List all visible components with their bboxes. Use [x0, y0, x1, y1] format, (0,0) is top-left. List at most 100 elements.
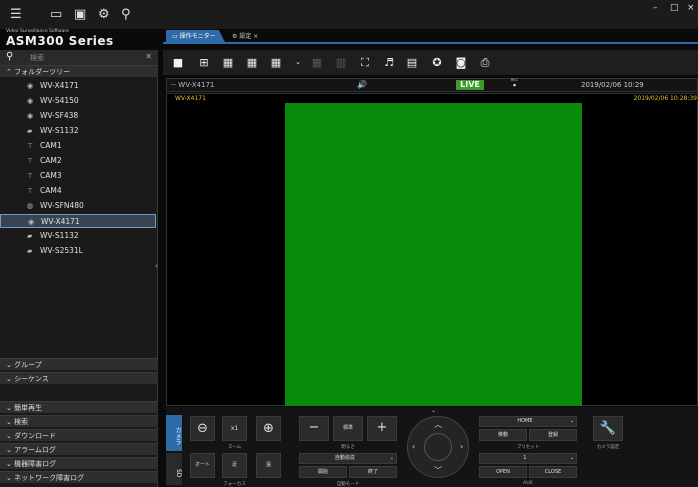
brightness-up-button[interactable]: +: [367, 416, 397, 441]
ptz-center-ring[interactable]: [424, 433, 452, 461]
sidebar-camera-item[interactable]: ◉ WV-SF438: [0, 109, 156, 123]
sidebar-camera-item[interactable]: ◉ WV-X4171: [0, 214, 156, 228]
focus-near-button[interactable]: 近: [222, 453, 247, 478]
download-header[interactable]: ⌄ ダウンロード: [0, 429, 158, 441]
sequence-section-label: シーケンス: [14, 375, 49, 383]
maximize-button[interactable]: □: [670, 3, 679, 13]
brightness-standard-button[interactable]: 標準: [333, 416, 363, 441]
focus-auto-button[interactable]: オート: [190, 453, 215, 478]
auto-mode-select[interactable]: 自動追従 ⌄: [299, 453, 397, 464]
ptz-left-icon[interactable]: ‹: [412, 442, 415, 451]
sidebar-camera-item[interactable]: ◉ WV-X4171: [0, 79, 156, 93]
sidebar-camera-item[interactable]: ⊤ CAM1: [0, 139, 156, 153]
toolbar: ■ ⊞ ▦ ▦ ▦ ⌄ ▦ ▥ ⛶ ♬ ▤ ✪ ◙ ⎙: [163, 50, 698, 75]
layout-1-icon[interactable]: ■: [171, 56, 185, 69]
sidebar-camera-item[interactable]: ◍ WV-SFN480: [0, 199, 156, 213]
clear-icon[interactable]: ✕: [145, 52, 152, 61]
playback-icon[interactable]: ▣: [74, 8, 86, 21]
tab-settings[interactable]: ⚙ 設定 ×: [226, 30, 266, 44]
aux-select[interactable]: 1 ⌄: [479, 453, 577, 464]
aux-close-button[interactable]: CLOSE: [529, 466, 577, 478]
camera-settings-label: カメラ設定: [596, 445, 620, 450]
auto-mode-end-button[interactable]: 終了: [349, 466, 397, 478]
ptz-down-icon[interactable]: ﹀: [434, 465, 442, 476]
rec-label: REC: [511, 78, 519, 82]
focus-far-button[interactable]: 遠: [256, 453, 281, 478]
preset-select[interactable]: HOME ⌄: [479, 416, 577, 427]
sidebar-camera-item[interactable]: ▰ WV-S2531L: [0, 244, 156, 258]
zoom-in-button[interactable]: ⊕: [256, 416, 281, 441]
search-input[interactable]: 検索: [30, 53, 44, 63]
device-error-log-label: 機器障害ログ: [14, 460, 57, 468]
alarm-log-header[interactable]: ⌄ アラームログ: [0, 443, 158, 455]
layout-4-icon[interactable]: ⊞: [197, 56, 211, 69]
sequence-section-header[interactable]: ⌄ シーケンス: [0, 372, 158, 384]
tab-camera-control[interactable]: カメラ: [166, 415, 182, 451]
search-section-header[interactable]: ⌄ 検索: [0, 415, 158, 427]
sidebar-camera-label: WV-S4150: [40, 96, 79, 105]
menu-icon[interactable]: ☰: [10, 8, 22, 21]
layout-dropdown-icon[interactable]: ⌄: [291, 56, 305, 69]
alarm-log-label: アラームログ: [14, 446, 56, 454]
search-icon[interactable]: ⚲: [121, 8, 131, 21]
search-icon: ⚲: [6, 51, 14, 62]
rec-indicator: REC ●: [511, 78, 519, 87]
camera-icon: ⊤: [27, 187, 34, 195]
fullscreen-icon[interactable]: ⛶: [358, 56, 372, 69]
zoom-label: ズーム: [227, 445, 242, 450]
auto-mode-start-button[interactable]: 開始: [299, 466, 347, 478]
ptz-icon[interactable]: ✪: [430, 56, 444, 69]
group-section-header[interactable]: ⌄ グループ: [0, 358, 158, 370]
camera-settings-button[interactable]: 🔧: [593, 416, 623, 441]
panel-collapse-icon[interactable]: ⌄: [431, 407, 436, 414]
sidebar-camera-item[interactable]: ▰ WV-S1132: [0, 229, 156, 243]
dome-camera-icon: ◉: [27, 82, 34, 90]
sidebar-camera-item[interactable]: ◉ WV-S4150: [0, 94, 156, 108]
zoom-x1-button[interactable]: x1: [222, 416, 247, 441]
audio-output-icon[interactable]: ♬: [382, 56, 396, 69]
ptz-up-icon[interactable]: ︿: [434, 419, 442, 430]
tab-close-icon[interactable]: ×: [253, 33, 258, 40]
camera-icon: ⊤: [27, 172, 34, 180]
quick-playback-header[interactable]: ⌄ 簡単再生: [0, 401, 158, 413]
folder-tree-label: フォルダーツリー: [14, 68, 70, 76]
sidebar-camera-item[interactable]: ⊤ CAM2: [0, 154, 156, 168]
layout-more-icon[interactable]: ▦: [269, 56, 283, 69]
close-button[interactable]: ×: [687, 3, 695, 13]
tab-monitor[interactable]: ▭ 操作モニター: [166, 30, 226, 44]
video-frame: [285, 103, 582, 406]
layout-9-icon[interactable]: ▦: [221, 56, 235, 69]
overlay-camera-name: WV-X4171: [175, 95, 206, 102]
zoom-out-button[interactable]: ⊖: [190, 416, 215, 441]
network-error-log-label: ネットワーク障害ログ: [14, 474, 85, 482]
status-camera-name: -- WV-X4171: [171, 81, 215, 89]
sidebar-camera-item[interactable]: ▰ WV-S1132: [0, 124, 156, 138]
ptz-right-icon[interactable]: ›: [460, 442, 463, 451]
aux-open-button[interactable]: OPEN: [479, 466, 527, 478]
sidebar-camera-item[interactable]: ⊤ CAM4: [0, 184, 156, 198]
gear-icon[interactable]: ⚙: [98, 8, 110, 21]
sidebar-camera-label: WV-X4171: [41, 217, 80, 226]
camera-icon: ⊤: [27, 157, 34, 165]
ptz-direction-pad[interactable]: ︿ ﹀ ‹ ›: [407, 416, 469, 478]
tab-monitor-label: 操作モニター: [179, 33, 216, 40]
preset-register-button[interactable]: 登録: [529, 429, 577, 441]
snapshot-icon[interactable]: ◙: [454, 56, 468, 69]
minimize-button[interactable]: –: [653, 3, 658, 13]
brightness-down-button[interactable]: −: [299, 416, 329, 441]
print-icon[interactable]: ⎙: [478, 56, 492, 69]
device-error-log-header[interactable]: ⌄ 機器障害ログ: [0, 457, 158, 469]
sidebar-camera-item[interactable]: ⊤ CAM3: [0, 169, 156, 183]
tab-sd[interactable]: SD: [166, 453, 182, 485]
speaker-icon[interactable]: 🔊: [357, 79, 367, 91]
monitor-icon[interactable]: ▭: [50, 8, 62, 21]
sidebar: ⚲ 検索 ✕ ⌃ フォルダーツリー ◉ WV-X4171 ◉ WV-S4150 ◉ WV-…: [0, 50, 158, 487]
network-error-log-header[interactable]: ⌄ ネットワーク障害ログ: [0, 471, 158, 483]
layout-16-icon[interactable]: ▦: [245, 56, 259, 69]
sidebar-collapse-handle[interactable]: ‹: [155, 262, 161, 276]
preset-move-button[interactable]: 移動: [479, 429, 527, 441]
folder-tree-header[interactable]: ⌃ フォルダーツリー: [0, 65, 158, 77]
display-settings-icon[interactable]: ▤: [405, 56, 419, 69]
sidebar-search[interactable]: ⚲ 検索 ✕: [0, 50, 158, 65]
video-viewport[interactable]: WV-X4171 2019/02/06 10:28:39: [166, 93, 698, 406]
